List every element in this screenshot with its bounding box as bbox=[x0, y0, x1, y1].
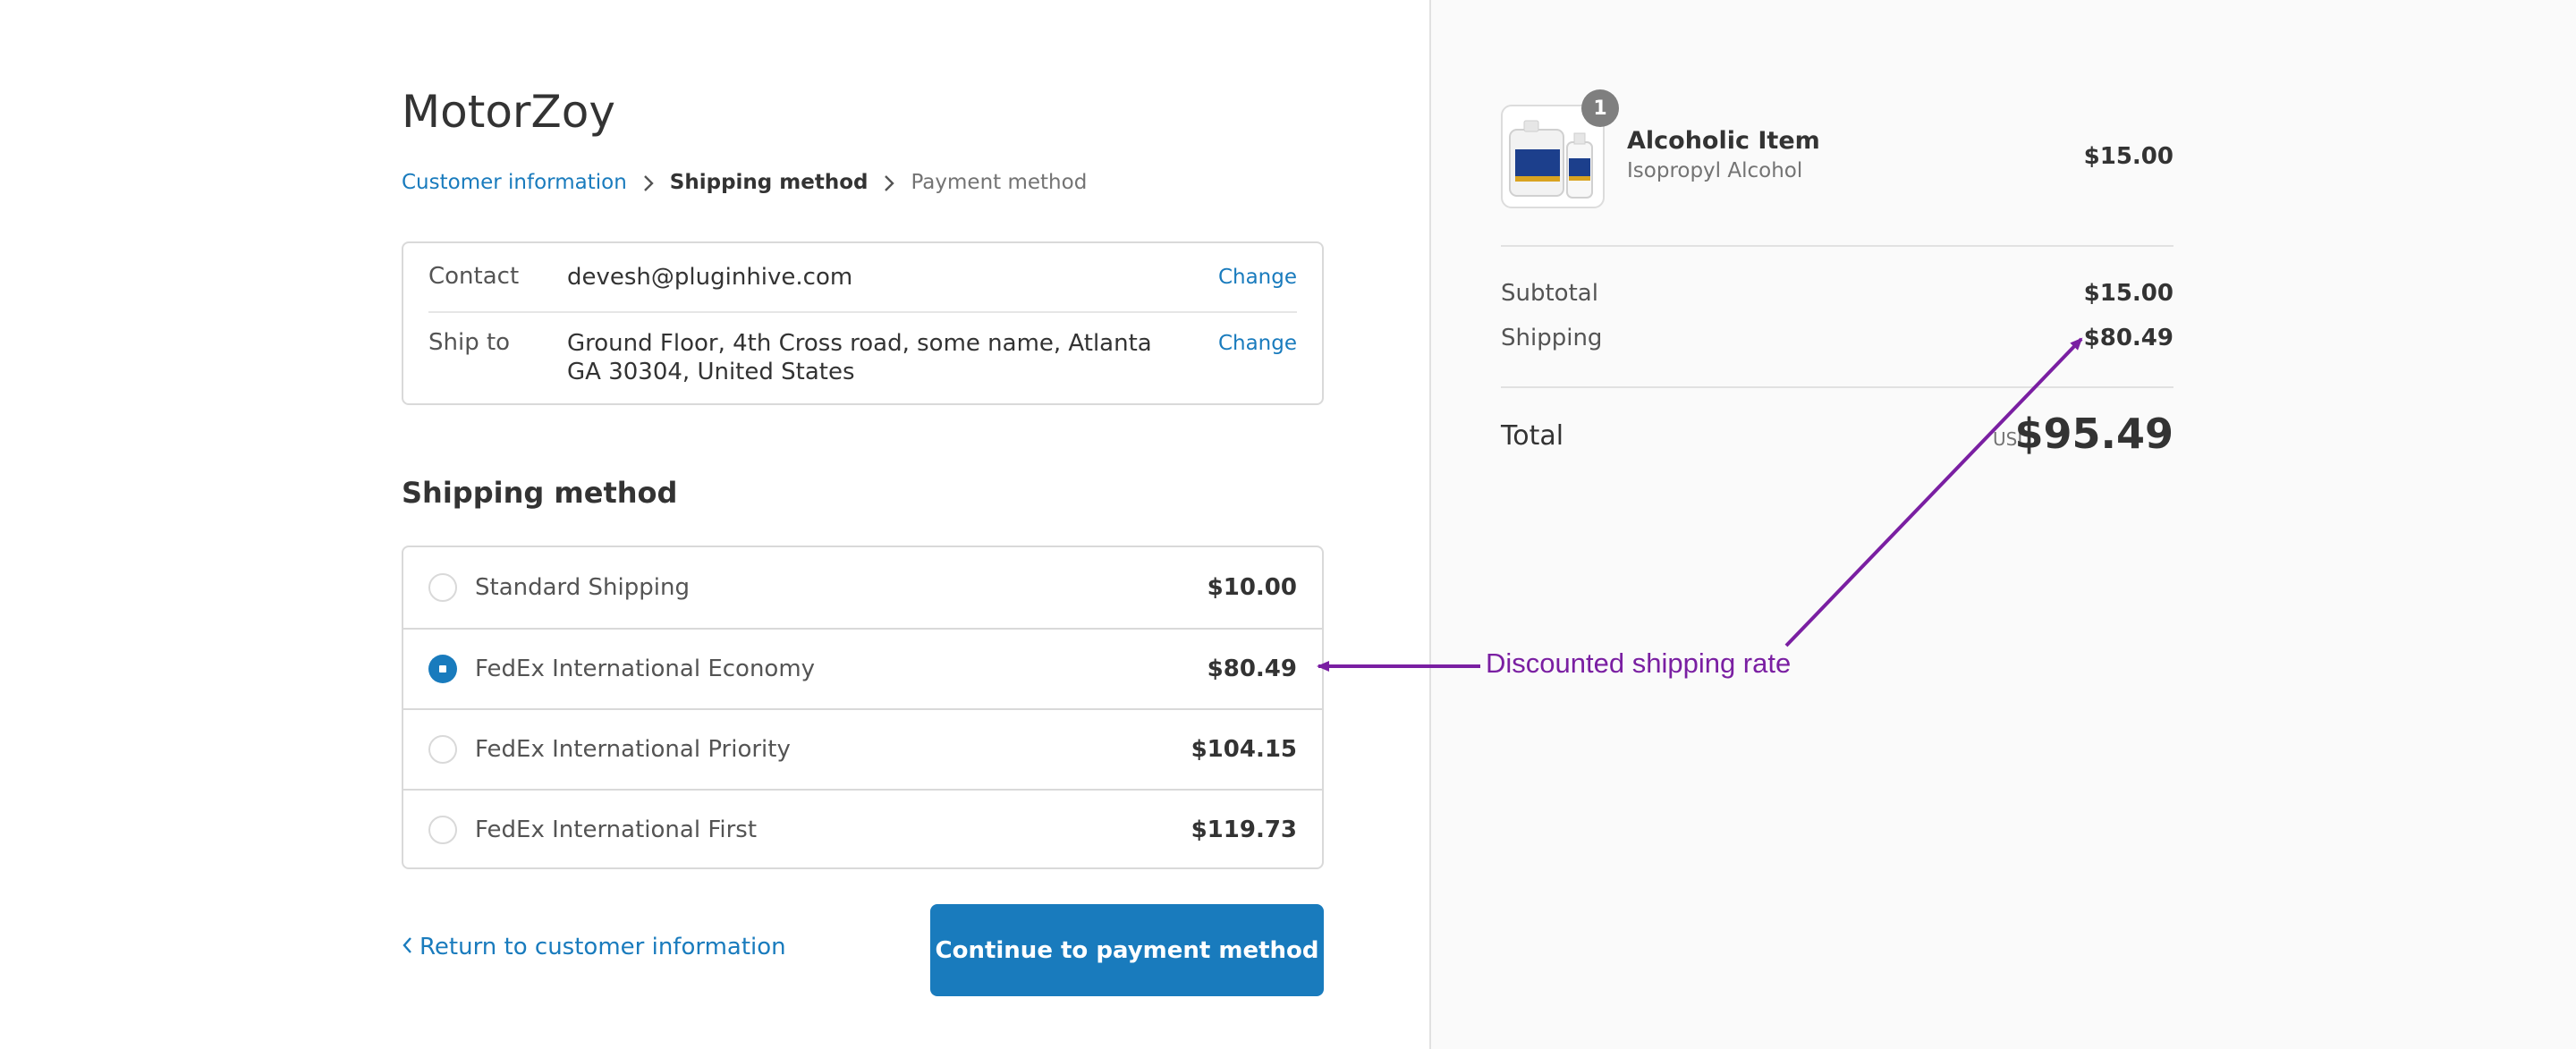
divider bbox=[1501, 386, 2174, 388]
quantity-badge: 1 bbox=[1581, 89, 1619, 127]
breadcrumb: Customer information Shipping method Pay… bbox=[402, 168, 1087, 197]
shipping-option-price: $10.00 bbox=[1207, 574, 1297, 601]
review-row-ship-to: Ship to Ground Floor, 4th Cross road, so… bbox=[428, 329, 1297, 386]
shipping-option-name: FedEx International First bbox=[475, 816, 758, 843]
shipping-methods-list: Standard Shipping $10.00 FedEx Internati… bbox=[402, 546, 1324, 869]
shipping-option-name: Standard Shipping bbox=[475, 574, 690, 601]
review-block: Contact devesh@pluginhive.com Change Shi… bbox=[402, 241, 1324, 405]
divider bbox=[1501, 245, 2174, 247]
product-price: $15.00 bbox=[2083, 143, 2174, 170]
shop-name[interactable]: MotorZoy bbox=[402, 86, 615, 138]
ship-to-label: Ship to bbox=[428, 329, 511, 356]
product-name: Alcoholic Item bbox=[1627, 127, 1820, 155]
return-to-customer-information-link[interactable]: Return to customer information bbox=[402, 934, 786, 960]
breadcrumb-payment-method: Payment method bbox=[911, 171, 1088, 194]
continue-to-payment-button[interactable]: Continue to payment method bbox=[930, 904, 1324, 996]
shipping-option-price: $104.15 bbox=[1191, 736, 1297, 763]
radio-button[interactable] bbox=[428, 816, 457, 844]
shipping-option-price: $119.73 bbox=[1191, 816, 1297, 843]
breadcrumb-shipping-method: Shipping method bbox=[669, 171, 869, 194]
contact-label: Contact bbox=[428, 263, 520, 290]
ship-to-value: Ground Floor, 4th Cross road, some name,… bbox=[567, 330, 1152, 385]
contact-value: devesh@pluginhive.com bbox=[567, 264, 853, 291]
review-row-contact: Contact devesh@pluginhive.com Change bbox=[428, 263, 1297, 313]
shipping-option-fedex-first[interactable]: FedEx International First $119.73 bbox=[403, 789, 1322, 867]
shipping-option-name: FedEx International Priority bbox=[475, 736, 791, 763]
chevron-right-icon bbox=[868, 171, 911, 194]
chevron-left-icon bbox=[402, 934, 412, 960]
shipping-label: Shipping bbox=[1501, 325, 1603, 351]
shipping-method-title: Shipping method bbox=[402, 476, 678, 510]
product-variant: Isopropyl Alcohol bbox=[1627, 159, 1803, 182]
subtotal-label: Subtotal bbox=[1501, 280, 1598, 307]
return-link-label: Return to customer information bbox=[419, 934, 786, 960]
total-label: Total bbox=[1501, 420, 1564, 452]
chevron-right-icon bbox=[627, 171, 670, 194]
radio-button[interactable] bbox=[428, 573, 457, 602]
shipping-option-fedex-priority[interactable]: FedEx International Priority $104.15 bbox=[403, 708, 1322, 789]
shipping-value: $80.49 bbox=[2083, 325, 2174, 351]
shipping-option-fedex-economy[interactable]: FedEx International Economy $80.49 bbox=[403, 628, 1322, 708]
annotation-label: Discounted shipping rate bbox=[1486, 647, 1792, 679]
main-column: MotorZoy Customer information Shipping m… bbox=[0, 0, 1429, 1049]
shipping-option-standard[interactable]: Standard Shipping $10.00 bbox=[403, 547, 1322, 628]
shipping-option-price: $80.49 bbox=[1207, 656, 1297, 682]
total-value: $95.49 bbox=[2014, 410, 2174, 458]
shipping-option-name: FedEx International Economy bbox=[475, 656, 816, 682]
radio-button-checked[interactable] bbox=[428, 655, 457, 683]
breadcrumb-customer-information[interactable]: Customer information bbox=[402, 171, 627, 194]
subtotal-value: $15.00 bbox=[2083, 280, 2174, 307]
radio-button[interactable] bbox=[428, 735, 457, 764]
change-ship-to-link[interactable]: Change bbox=[1218, 329, 1297, 386]
change-contact-link[interactable]: Change bbox=[1218, 263, 1297, 311]
